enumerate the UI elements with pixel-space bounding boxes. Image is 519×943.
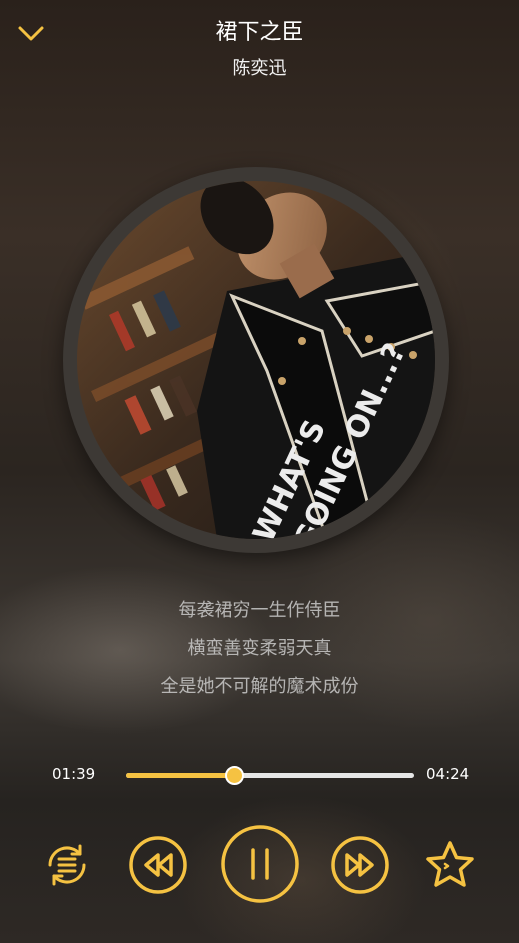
lyric-line: 每袭裙穷一生作侍臣 <box>178 600 341 621</box>
song-title: 裙下之臣 <box>215 20 304 45</box>
playlist-loop-icon <box>48 844 86 886</box>
favorite-button[interactable] <box>423 838 477 892</box>
star-icon <box>426 841 474 887</box>
album-disc: WHAT'S GOING ON...? <box>63 167 449 553</box>
total-time: 04:24 <box>426 765 470 783</box>
artist-name: 陈奕迅 <box>232 58 287 79</box>
lyrics-panel: 每袭裙穷一生作侍臣 横蛮善变柔弱天真 全是她不可解的魔术成份 <box>0 598 519 712</box>
lyric-line: 横蛮善变柔弱天真 <box>187 638 332 659</box>
playlist-mode-button[interactable] <box>42 840 92 890</box>
progress-bar[interactable] <box>126 766 414 785</box>
progress-fill <box>126 773 234 778</box>
pause-icon <box>221 825 299 903</box>
lyric-line: 全是她不可解的魔术成份 <box>160 676 359 697</box>
progress-thumb[interactable] <box>225 766 244 785</box>
pause-button[interactable] <box>220 824 300 904</box>
fast-forward-icon <box>331 836 389 894</box>
album-cover: WHAT'S GOING ON...? <box>77 181 435 539</box>
next-button[interactable] <box>330 835 390 895</box>
rewind-icon <box>129 836 187 894</box>
previous-button[interactable] <box>128 835 188 895</box>
current-time: 01:39 <box>52 765 96 783</box>
music-player-screen: 裙下之臣 陈奕迅 WHAT'S GOING ON...? 每袭裙穷一生作侍臣 横… <box>0 0 519 943</box>
